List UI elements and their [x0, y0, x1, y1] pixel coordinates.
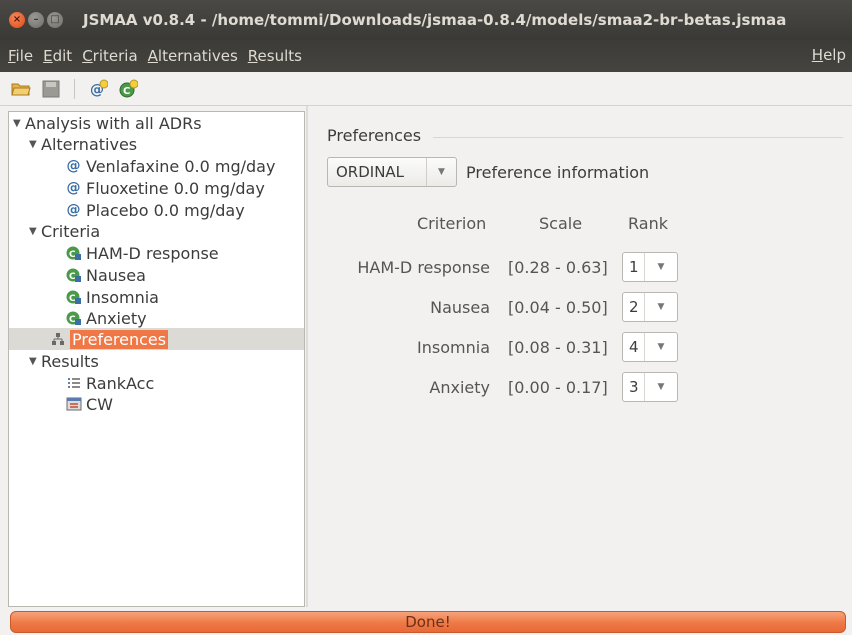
alternative-icon: @ [66, 202, 81, 218]
expanded-arrow-icon: ▼ [29, 225, 37, 237]
tree-item-criterion[interactable]: C Anxiety [65, 307, 147, 329]
tree-item-result[interactable]: CW [65, 393, 113, 415]
model-tree[interactable]: ▼ Analysis with all ADRs ▼ Alternatives … [8, 111, 305, 607]
svg-text:C: C [123, 86, 130, 97]
chevron-down-icon: ▼ [657, 382, 665, 392]
criterion-name: Nausea [430, 298, 490, 317]
criterion-icon: C [65, 310, 82, 327]
tree-item-preferences[interactable]: Preferences [49, 328, 169, 350]
preference-type-select[interactable]: ORDINAL ▼ [327, 157, 457, 187]
add-criterion-icon: C [119, 79, 138, 97]
expanded-arrow-icon: ▼ [13, 117, 21, 129]
alternative-icon: @ [66, 180, 81, 196]
svg-text:C: C [69, 250, 76, 260]
criterion-icon: C [65, 267, 82, 284]
column-header-scale: Scale [539, 214, 583, 233]
tree-root[interactable]: ▼ Analysis with all ADRs [13, 112, 202, 134]
column-header-rank: Rank [628, 214, 668, 233]
criterion-icon: C [65, 245, 82, 262]
criterion-name: Anxiety [429, 378, 490, 397]
svg-text:C: C [69, 294, 76, 304]
criterion-scale: [0.00 - 0.17] [508, 378, 608, 397]
svg-text:C: C [69, 315, 76, 325]
rank-acceptability-icon [65, 375, 82, 392]
preferences-icon [49, 331, 66, 348]
expanded-arrow-icon: ▼ [29, 138, 37, 150]
alternative-icon: @ [66, 158, 81, 174]
criterion-scale: [0.08 - 0.31] [508, 338, 608, 357]
rank-select[interactable]: 3 ▼ [622, 372, 678, 402]
open-folder-icon [11, 83, 31, 95]
open-file-button[interactable] [10, 78, 32, 100]
window-title: JSMAA v0.8.4 - /home/tommi/Downloads/jsm… [83, 11, 787, 29]
tree-node-results[interactable]: ▼ Results [29, 350, 99, 372]
chevron-down-icon: ▼ [657, 302, 665, 312]
menu-criteria[interactable]: Criteria [80, 47, 139, 65]
close-window-button[interactable]: × [9, 12, 25, 28]
criterion-name: HAM-D response [357, 258, 490, 277]
menubar: File Edit Criteria Alternatives Results … [0, 40, 852, 72]
rank-select[interactable]: 4 ▼ [622, 332, 678, 362]
column-header-criterion: Criterion [417, 214, 487, 233]
minimize-window-button[interactable]: – [28, 12, 44, 28]
criterion-name: Insomnia [417, 338, 490, 357]
menu-results[interactable]: Results [246, 47, 304, 65]
tree-node-alternatives[interactable]: ▼ Alternatives [29, 133, 137, 155]
tree-item-criterion[interactable]: C Insomnia [65, 286, 159, 308]
chevron-down-icon: ▼ [657, 262, 665, 272]
preferences-panel: Preferences ORDINAL ▼ Preference informa… [308, 106, 852, 607]
criterion-icon: C [65, 289, 82, 306]
save-file-button[interactable] [40, 78, 62, 100]
save-icon [42, 80, 60, 97]
menu-alternatives[interactable]: Alternatives [146, 47, 240, 65]
tree-item-alternative[interactable]: @ Venlafaxine 0.0 mg/day [65, 155, 276, 177]
tree-node-criteria[interactable]: ▼ Criteria [29, 220, 100, 242]
menu-edit[interactable]: Edit [41, 47, 74, 65]
expanded-arrow-icon: ▼ [29, 355, 37, 367]
preference-info-label: Preference information [466, 163, 650, 182]
rank-select[interactable]: 2 ▼ [622, 292, 678, 322]
svg-text:C: C [69, 272, 76, 282]
add-alternative-button[interactable]: @ [87, 78, 109, 100]
tree-item-alternative[interactable]: @ Placebo 0.0 mg/day [65, 199, 245, 221]
criterion-scale: [0.04 - 0.50] [508, 298, 608, 317]
status-progress-bar: Done! [10, 611, 846, 633]
central-weights-icon [65, 396, 82, 413]
tree-item-criterion[interactable]: C HAM-D response [65, 242, 219, 264]
section-title: Preferences [327, 126, 422, 145]
toolbar: @ C [0, 72, 852, 106]
add-criterion-button[interactable]: C [117, 78, 139, 100]
maximize-window-button[interactable]: □ [47, 12, 63, 28]
criterion-scale: [0.28 - 0.63] [508, 258, 608, 277]
rank-select[interactable]: 1 ▼ [622, 252, 678, 282]
menu-file[interactable]: File [6, 47, 35, 65]
menu-help[interactable]: Help [812, 46, 846, 64]
section-divider [433, 137, 843, 138]
minimize-icon: – [33, 14, 39, 25]
add-alternative-icon: @ [90, 79, 108, 98]
chevron-down-icon: ▼ [657, 342, 665, 352]
status-text: Done! [405, 613, 451, 631]
tree-item-alternative[interactable]: @ Fluoxetine 0.0 mg/day [65, 177, 265, 199]
tree-item-result[interactable]: RankAcc [65, 372, 154, 394]
close-icon: × [12, 14, 22, 25]
chevron-down-icon: ▼ [426, 158, 456, 186]
title-bar: × – □ JSMAA v0.8.4 - /home/tommi/Downloa… [0, 0, 852, 40]
window-controls: × – □ [9, 12, 63, 28]
tree-item-criterion[interactable]: C Nausea [65, 264, 146, 286]
maximize-icon: □ [50, 14, 60, 25]
toolbar-separator [74, 78, 75, 99]
